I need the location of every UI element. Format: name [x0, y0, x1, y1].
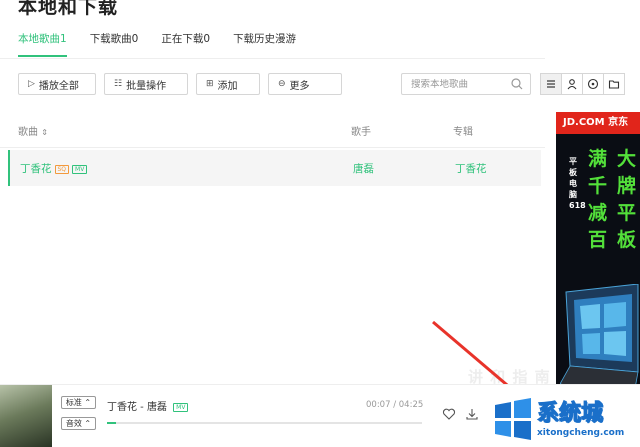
quality-button[interactable]: 标准 ⌃	[61, 396, 96, 409]
page-title: 本地和下载	[18, 0, 119, 18]
search-input[interactable]	[402, 78, 510, 90]
column-album-header: 专辑	[453, 127, 473, 138]
tab-bar: 本地歌曲1 下载歌曲0 正在下载0 下载历史漫游	[18, 31, 319, 57]
tab-downloading[interactable]: 正在下载0	[161, 31, 210, 57]
ad-brand: JD.COM 京东	[556, 112, 640, 134]
album-link[interactable]: 丁香花	[455, 161, 487, 176]
album-cover[interactable]	[0, 385, 52, 447]
tab-divider	[0, 58, 545, 59]
list-icon	[547, 80, 555, 88]
add-label: 添加	[217, 80, 238, 92]
now-playing-title[interactable]: 丁香花 - 唐磊	[107, 402, 167, 413]
ad-headline-2: 大牌平板	[617, 148, 637, 251]
checklist-icon: ☷	[114, 79, 123, 89]
site-name: 系统城	[536, 401, 604, 427]
artist-link[interactable]: 唐磊	[353, 161, 374, 176]
ad-vertical-text: 平板电脑618	[569, 157, 586, 210]
playback-time: 00:07 / 04:25	[366, 400, 424, 410]
toolbar: ▷ 播放全部 ☷ 批量操作 ⊞ 添加 ⊖ 更多	[18, 73, 350, 95]
search-icon[interactable]	[510, 77, 524, 91]
tab-downloaded-songs[interactable]: 下载歌曲0	[90, 31, 139, 57]
sq-badge: SQ	[54, 164, 70, 174]
sound-effect-button[interactable]: 音效 ⌃	[61, 417, 96, 430]
sort-icon[interactable]: ⇕	[41, 128, 48, 137]
batch-label: 批量操作	[126, 80, 167, 92]
site-watermark: 系统城 xitongcheng.com	[491, 393, 640, 447]
site-domain: xitongcheng.com	[537, 428, 625, 438]
song-name-link[interactable]: 丁香花	[20, 163, 52, 175]
artist-view-button[interactable]	[561, 73, 583, 95]
mv-badge[interactable]: MV	[72, 164, 88, 174]
list-view-button[interactable]	[540, 73, 562, 95]
more-button[interactable]: ⊖ 更多	[268, 73, 342, 95]
player-mv-badge[interactable]: MV	[173, 402, 189, 412]
more-label: 更多	[289, 80, 310, 92]
folder-icon	[608, 80, 620, 89]
more-circle-icon: ⊖	[278, 79, 286, 89]
now-playing: 丁香花 - 唐磊 MV	[107, 398, 189, 413]
tab-local-songs[interactable]: 本地歌曲1	[18, 31, 67, 57]
table-row[interactable]: 丁香花 SQ MV 唐磊 丁香花	[8, 150, 541, 186]
plus-box-icon: ⊞	[206, 79, 214, 89]
search-box	[401, 73, 531, 95]
disc-icon	[587, 78, 599, 90]
add-button[interactable]: ⊞ 添加	[196, 73, 260, 95]
view-switcher	[540, 73, 625, 95]
quality-label: 标准	[65, 398, 82, 407]
song-table-header: 歌曲 ⇕ 歌手 专辑	[0, 114, 545, 148]
effect-label: 音效	[65, 419, 82, 428]
album-view-button[interactable]	[582, 73, 604, 95]
column-song-label: 歌曲	[18, 127, 38, 138]
tab-download-history[interactable]: 下载历史漫游	[233, 31, 296, 57]
column-artist-header: 歌手	[351, 127, 371, 138]
download-icon[interactable]	[465, 407, 479, 421]
play-all-label: 播放全部	[38, 80, 79, 92]
column-song-header[interactable]: 歌曲 ⇕	[18, 123, 48, 138]
progress-fill	[107, 422, 117, 424]
play-icon: ▷	[28, 79, 35, 89]
person-icon	[567, 79, 577, 90]
progress-bar[interactable]	[107, 422, 422, 424]
play-all-button[interactable]: ▷ 播放全部	[18, 73, 96, 95]
windows-logo-icon	[495, 398, 531, 440]
folder-view-button[interactable]	[603, 73, 625, 95]
song-cell: 丁香花 SQ MV	[20, 161, 88, 176]
ad-headline-1: 满千减百	[588, 148, 608, 251]
heart-icon[interactable]	[442, 407, 456, 421]
batch-operation-button[interactable]: ☷ 批量操作	[104, 73, 188, 95]
